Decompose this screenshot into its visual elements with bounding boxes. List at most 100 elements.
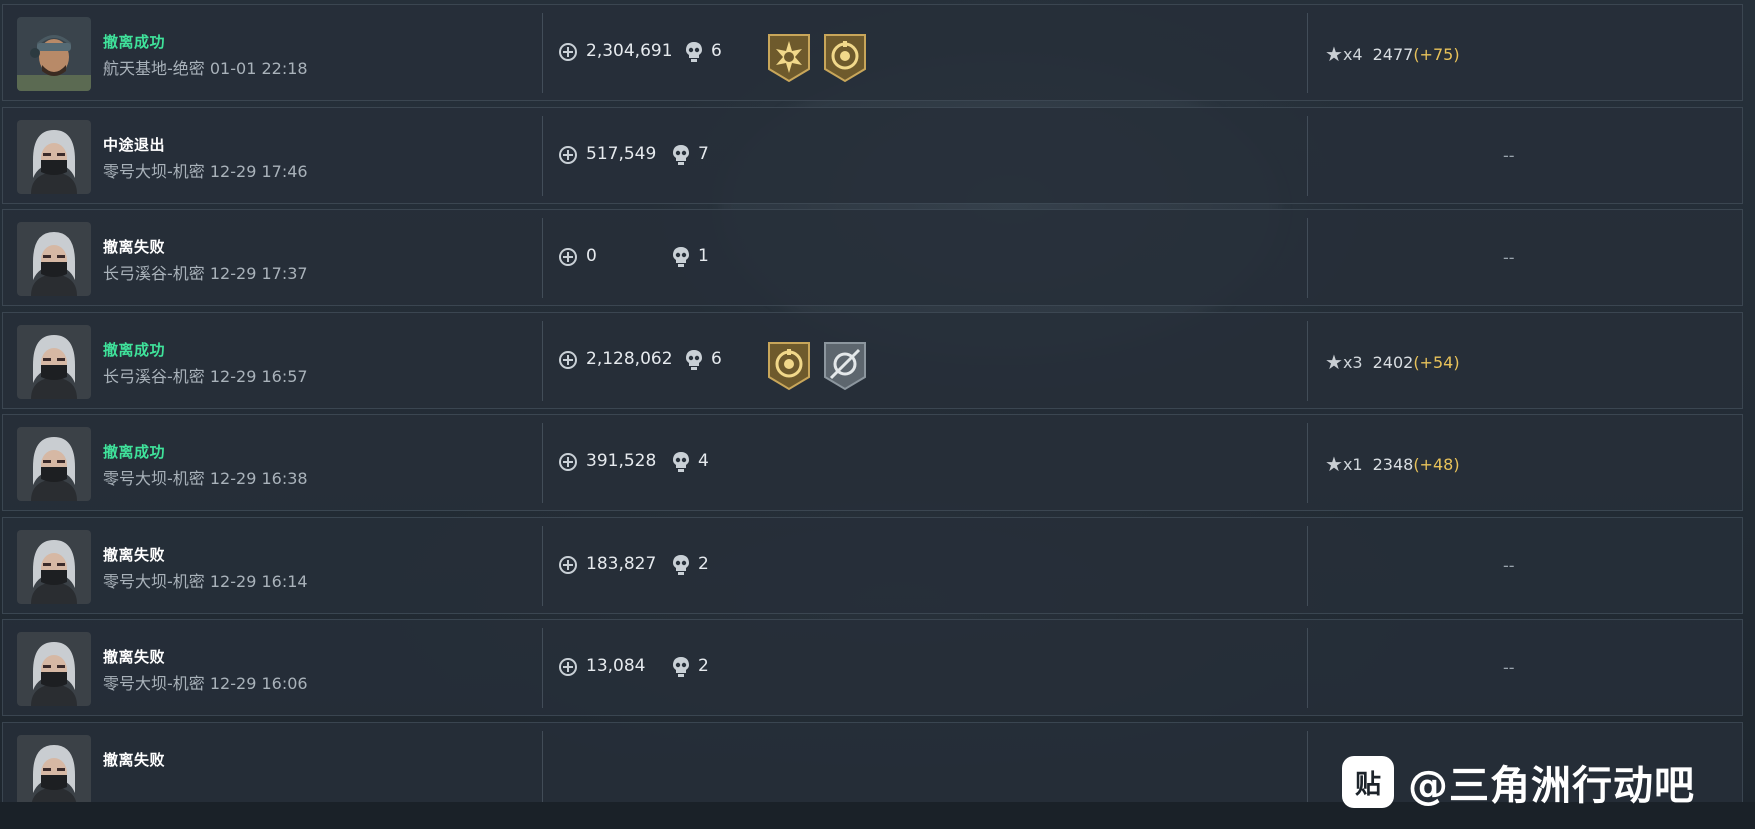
star-icon: ★ [1325,452,1343,476]
rank-empty: -- [1503,555,1515,575]
crosshair-badge[interactable] [823,341,867,391]
match-time: 12-29 16:38 [209,469,308,488]
skull-icon [672,246,690,268]
map-name: 零号大坝-机密 [103,161,205,181]
map-name: 零号大坝-机密 [103,674,205,693]
match-history-list[interactable]: 撤离成功 航天基地-绝密 01-01 22:18 2,304,691 6 ★x4 2477… [0,0,1755,829]
star-icon: ★ [1325,42,1343,66]
masked-girl-avatar [17,222,91,296]
extraction-status: 撤离失败 [103,648,166,666]
match-time: 12-29 17:37 [209,264,308,283]
star-icon: ★ [1325,349,1343,374]
rank-points: ★x3 2402(+54) [1325,349,1460,374]
coin-plus-icon [559,43,577,61]
loot-value: 391,528 [586,451,657,471]
rank-delta: (+75) [1413,45,1460,64]
column-divider [542,115,543,196]
soldier-cap-avatar [17,17,91,91]
crest-badge[interactable] [823,33,867,83]
column-divider [542,730,543,811]
match-time: 01-01 22:18 [209,59,308,78]
skull-icon [685,41,703,63]
watermark: 贴 @三角洲行动吧 [1342,755,1695,809]
kill-count: 6 [711,41,722,61]
extraction-status: 撤离成功 [103,33,166,51]
star-count: x4 [1342,45,1363,64]
loot-value: 183,827 [586,553,657,574]
match-record-row[interactable]: 撤离成功 长弓溪谷-机密 12-29 16:57 2,128,062 6 ★x3 2402… [2,311,1743,409]
skull-icon [672,554,690,576]
masked-girl-avatar [17,324,91,399]
match-record-row[interactable]: 撤离成功航天基地-绝密 01-01 22:18 2,304,691 6 ★x4 2477… [2,4,1743,101]
column-divider [1307,320,1308,401]
coin-plus-icon [559,555,577,574]
rank-empty: -- [1503,248,1515,267]
loot-value: 2,304,691 [586,41,673,61]
column-divider [542,320,543,401]
star-count: x3 [1342,352,1363,372]
skull-icon [672,451,690,473]
tieba-logo-icon: 贴 [1342,756,1394,808]
kill-count: 6 [711,348,722,369]
map-name: 长弓溪谷-机密 [103,264,205,283]
loot-value: 0 [586,246,597,266]
extraction-status: 撤离失败 [103,545,166,564]
match-time: 12-29 16:57 [209,366,308,386]
map-name: 零号大坝-机密 [103,469,205,488]
column-divider [1307,628,1308,708]
column-divider [1307,13,1308,93]
column-divider [1307,115,1308,196]
kill-count: 2 [698,656,709,676]
match-record-row[interactable]: 撤离失败长弓溪谷-机密 12-29 17:37 0 1 -- [2,209,1743,306]
skull-icon [672,656,690,678]
rank-delta: (+48) [1413,455,1460,474]
column-divider [1307,730,1308,811]
masked-girl-avatar [17,632,91,706]
rank-score: 2348 [1372,455,1414,474]
map-name: 零号大坝-机密 [103,571,205,591]
match-info: 长弓溪谷-机密 12-29 16:57 [103,363,308,387]
coin-plus-icon [559,248,577,266]
kill-count: 1 [698,246,709,266]
map-name: 航天基地-绝密 [103,59,205,78]
watermark-text: @三角洲行动吧 [1408,763,1695,809]
coin-plus-icon [559,453,577,471]
extraction-status: 撤离成功 [103,443,166,461]
match-info: 长弓溪谷-机密 12-29 17:37 [103,260,308,284]
loot-value: 13,084 [586,656,646,676]
kill-count: 7 [698,143,709,164]
extraction-status: 撤离失败 [103,750,166,769]
match-record-row[interactable]: 中途退出 零号大坝-机密 12-29 17:46 517,549 7 -- [2,106,1743,204]
sun-burst-badge[interactable] [767,33,811,83]
coin-plus-icon [559,145,577,164]
match-time: 12-29 16:06 [209,674,308,693]
masked-girl-avatar [17,529,91,604]
extraction-status: 撤离成功 [103,340,166,359]
rank-score: 2402 [1372,352,1414,372]
match-info: 零号大坝-机密 12-29 16:38 [103,465,308,489]
column-divider [542,13,543,93]
extraction-status: 撤离失败 [103,238,166,256]
column-divider [1307,525,1308,606]
match-record-row[interactable]: 撤离失败零号大坝-机密 12-29 16:14 183,827 2 -- [2,516,1743,614]
coin-plus-icon [559,658,577,676]
extraction-status: 中途退出 [103,135,166,154]
match-info: 零号大坝-机密 12-29 16:14 [103,568,308,592]
column-divider [1307,218,1308,298]
loot-value: 517,549 [586,143,657,164]
rank-score: 2477 [1372,45,1414,64]
rank-points: ★x1 2348(+48) [1325,451,1460,476]
column-divider [542,423,543,503]
match-info: 航天基地-绝密 01-01 22:18 [103,55,308,79]
rank-empty: -- [1503,658,1515,677]
kill-count: 2 [698,553,709,574]
column-divider [542,628,543,708]
match-record-row[interactable]: 撤离失败零号大坝-机密 12-29 16:06 13,084 2 -- [2,619,1743,716]
match-record-row[interactable]: 撤离成功 零号大坝-机密 12-29 16:38 391,528 4 ★x1 2348(+… [2,414,1743,511]
crest-badge[interactable] [767,341,811,391]
masked-girl-avatar [17,119,91,194]
skull-icon [672,144,690,166]
rank-points: ★x4 2477(+75) [1325,41,1460,66]
coin-plus-icon [559,350,577,369]
match-info: 零号大坝-机密 12-29 16:06 [103,670,308,694]
